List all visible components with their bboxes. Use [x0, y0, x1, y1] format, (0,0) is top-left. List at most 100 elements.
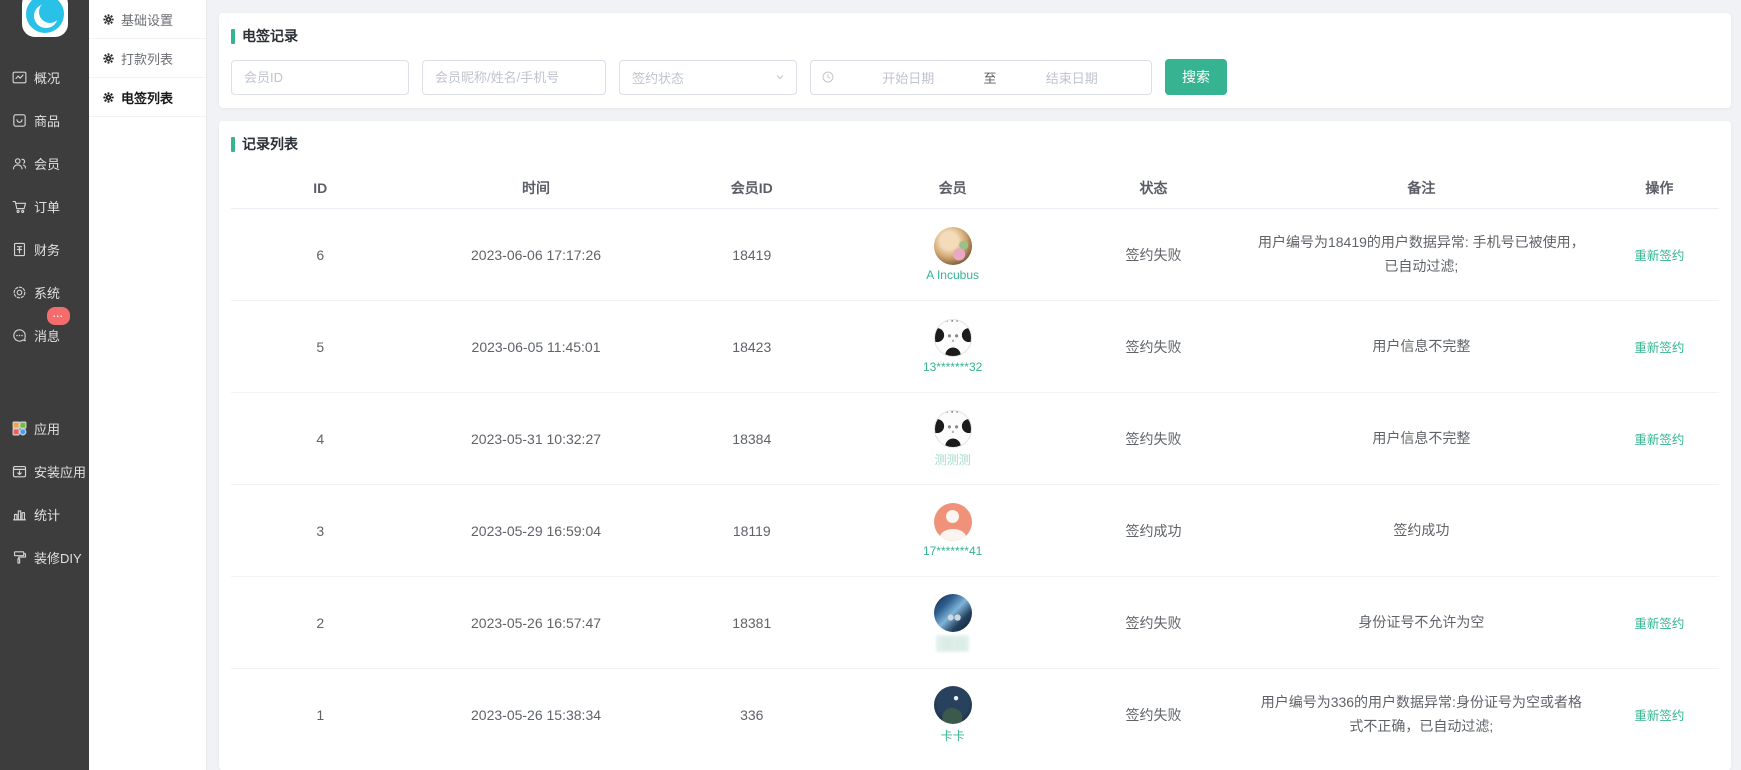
- messages-icon: [11, 327, 28, 344]
- sidebar-item-messages[interactable]: ... 消息: [0, 314, 89, 357]
- sign-status-select[interactable]: 签约状态: [619, 60, 797, 95]
- re-sign-link[interactable]: 重新签约: [1634, 341, 1684, 355]
- record-time: 2023-06-06 17:17:26: [410, 247, 663, 263]
- record-id: 4: [231, 431, 410, 447]
- table-row: 1 2023-05-26 15:38:34 336 卡卡 签约失败 用户编号为3…: [231, 669, 1719, 757]
- sidebar-item-label: 安装应用: [34, 462, 86, 481]
- record-status: 签约失败: [1064, 613, 1243, 633]
- record-member-id: 18119: [663, 523, 842, 539]
- table-body: 6 2023-06-06 17:17:26 18419 A Incubus 签约…: [231, 209, 1719, 757]
- column-header-member: 会员: [841, 178, 1064, 198]
- start-date-placeholder[interactable]: 开始日期: [839, 68, 978, 87]
- member-name-link[interactable]: 卡卡: [941, 727, 965, 744]
- submenu-item-basic-settings[interactable]: 基础设置: [89, 0, 206, 39]
- record-remark: 用户信息不完整: [1243, 335, 1600, 359]
- records-card-title-text: 记录列表: [242, 134, 298, 154]
- record-time: 2023-05-26 16:57:47: [410, 615, 663, 631]
- sidebar-item-label: 会员: [34, 154, 60, 173]
- goods-icon: [11, 112, 28, 129]
- sidebar-item-install-apps[interactable]: 安装应用: [0, 450, 89, 493]
- column-header-status: 状态: [1064, 178, 1243, 198]
- sidebar-item-label: 装修DIY: [34, 548, 82, 567]
- orders-icon: [11, 198, 28, 215]
- table-row: 4 2023-05-31 10:32:27 18384 测测测 签约失败 用户信…: [231, 393, 1719, 485]
- re-sign-link[interactable]: 重新签约: [1634, 709, 1684, 723]
- sidebar-item-label: 应用: [34, 419, 60, 438]
- records-card: 记录列表 ID 时间 会员ID 会员 状态 备注 操作 6 2023-06-06…: [219, 121, 1731, 770]
- search-card-title: 电签记录: [231, 26, 1719, 46]
- table-row: 6 2023-06-06 17:17:26 18419 A Incubus 签约…: [231, 209, 1719, 301]
- clock-icon: [821, 70, 835, 84]
- gear-icon: [102, 13, 115, 26]
- re-sign-link[interactable]: 重新签约: [1634, 617, 1684, 631]
- app-logo[interactable]: [22, 0, 68, 37]
- re-sign-link[interactable]: 重新签约: [1634, 249, 1684, 263]
- record-status: 签约失败: [1064, 705, 1243, 725]
- record-time: 2023-05-29 16:59:04: [410, 523, 663, 539]
- table-header: ID 时间 会员ID 会员 状态 备注 操作: [231, 167, 1719, 209]
- chevron-down-icon: [774, 71, 786, 83]
- member-nickname-input[interactable]: [422, 60, 606, 95]
- table-row: 3 2023-05-29 16:59:04 18119 17*******41 …: [231, 485, 1719, 577]
- member-name-link[interactable]: 13*******32: [923, 360, 982, 374]
- record-status: 签约失败: [1064, 337, 1243, 357]
- record-time: 2023-05-31 10:32:27: [410, 431, 663, 447]
- primary-nav-footer: 应用 安装应用 统计 装修DIY: [0, 407, 89, 579]
- record-member-id: 18384: [663, 431, 842, 447]
- column-header-action: 操作: [1600, 178, 1719, 198]
- primary-nav: 概况 商品 会员 订单 财务: [0, 56, 89, 357]
- gear-icon: [102, 91, 115, 104]
- sidebar-item-overview[interactable]: 概况: [0, 56, 89, 99]
- member-name-link[interactable]: A Incubus: [926, 268, 979, 282]
- sidebar-item-system[interactable]: 系统: [0, 271, 89, 314]
- default-avatar: [934, 503, 972, 541]
- date-range-picker[interactable]: 开始日期 至 结束日期: [810, 60, 1152, 95]
- end-date-placeholder[interactable]: 结束日期: [1003, 68, 1142, 87]
- decorate-diy-icon: [11, 549, 28, 566]
- member-id-input[interactable]: [231, 60, 409, 95]
- column-header-remark: 备注: [1243, 178, 1600, 198]
- record-id: 3: [231, 523, 410, 539]
- records-card-title: 记录列表: [231, 134, 1719, 154]
- submenu-item-esign-list[interactable]: 电签列表: [89, 78, 206, 117]
- sidebar-item-goods[interactable]: 商品: [0, 99, 89, 142]
- search-button[interactable]: 搜索: [1165, 59, 1227, 95]
- submenu-item-payment-list[interactable]: 打款列表: [89, 39, 206, 78]
- member-name-link[interactable]: 测测测: [935, 451, 971, 468]
- record-time: 2023-06-05 11:45:01: [410, 339, 663, 355]
- record-status: 签约失败: [1064, 245, 1243, 265]
- record-status: 签约成功: [1064, 521, 1243, 541]
- panda-avatar: [934, 319, 972, 357]
- sidebar-item-finance[interactable]: 财务: [0, 228, 89, 271]
- record-remark: 用户编号为18419的用户数据异常: 手机号已被使用，已自动过滤;: [1243, 231, 1600, 279]
- apps-icon: [11, 420, 28, 437]
- table-row: 2 2023-05-26 16:57:47 18381 '圖自 签约失败 身份证…: [231, 577, 1719, 669]
- panda-avatar: [934, 410, 972, 448]
- search-card: 电签记录 签约状态 开始日期 至 结束日期 搜索: [219, 13, 1731, 108]
- sidebar-item-stats[interactable]: 统计: [0, 493, 89, 536]
- record-status: 签约失败: [1064, 429, 1243, 449]
- record-member-id: 336: [663, 707, 842, 723]
- sidebar-item-apps[interactable]: 应用: [0, 407, 89, 450]
- secondary-sidebar: 基础设置 打款列表 电签列表: [89, 0, 207, 770]
- system-icon: [11, 284, 28, 301]
- dog-avatar: [934, 227, 972, 265]
- record-member-id: 18423: [663, 339, 842, 355]
- sidebar-item-orders[interactable]: 订单: [0, 185, 89, 228]
- primary-sidebar: 概况 商品 会员 订单 财务: [0, 0, 89, 770]
- member-name-link[interactable]: 17*******41: [923, 544, 982, 558]
- column-header-member-id: 会员ID: [663, 178, 842, 198]
- record-id: 5: [231, 339, 410, 355]
- sidebar-item-label: 订单: [34, 197, 60, 216]
- sidebar-item-decorate-diy[interactable]: 装修DIY: [0, 536, 89, 579]
- sidebar-item-members[interactable]: 会员: [0, 142, 89, 185]
- record-id: 2: [231, 615, 410, 631]
- messages-badge: ...: [47, 307, 70, 325]
- search-card-title-text: 电签记录: [242, 26, 298, 46]
- re-sign-link[interactable]: 重新签约: [1634, 433, 1684, 447]
- member-name-link[interactable]: '圖自: [936, 635, 968, 652]
- sidebar-item-label: 统计: [34, 505, 60, 524]
- sign-status-placeholder: 签约状态: [632, 68, 774, 87]
- record-id: 1: [231, 707, 410, 723]
- main-content: 电签记录 签约状态 开始日期 至 结束日期 搜索 记录列表: [207, 0, 1741, 770]
